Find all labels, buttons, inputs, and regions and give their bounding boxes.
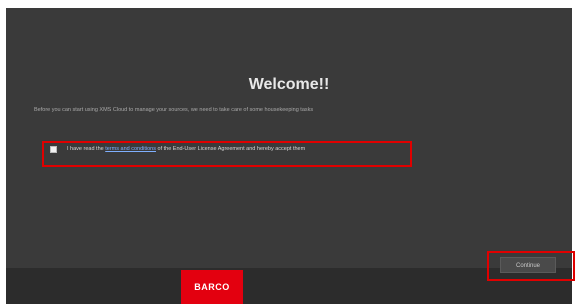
eula-highlight-box	[42, 141, 412, 167]
barco-logo: BARCO	[181, 270, 243, 304]
barco-logo-text: BARCO	[194, 282, 230, 292]
welcome-dialog: Welcome!! Before you can start using XMS…	[6, 8, 572, 276]
subtitle: Before you can start using XMS Cloud to …	[34, 107, 314, 113]
page-title: Welcome!!	[248, 76, 330, 93]
continue-highlight-box	[487, 251, 575, 281]
